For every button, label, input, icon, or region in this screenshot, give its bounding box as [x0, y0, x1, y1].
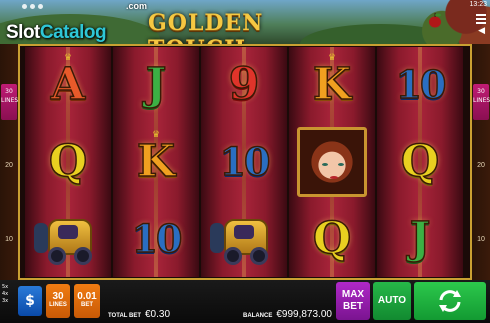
bet-selector[interactable]: 0.01 BET [74, 284, 100, 318]
logo-text-catalog: Catalog [39, 22, 107, 43]
symbol-glyph: A [50, 59, 86, 110]
symbol-glyph: K [136, 136, 176, 187]
lines-tag-unit: LINES [1, 97, 19, 104]
coin-option[interactable]: 4x [2, 291, 16, 298]
currency-button[interactable]: $ [18, 286, 42, 316]
total-bet-display: TOTAL BET €0.30 [108, 304, 170, 322]
lady-portrait-icon [297, 127, 367, 197]
symbol-k: K ♛ [289, 47, 375, 123]
clock: 13:23 [469, 1, 487, 8]
paylines-right: 30 LINES 20 10 [472, 44, 490, 280]
symbol-glyph: 9 [228, 59, 260, 110]
sound-icon[interactable]: ◀ [478, 26, 485, 36]
total-bet-label: TOTAL BET [108, 313, 141, 319]
reels-area: A ♛ Q J K ♛ 10 9 10 K ♛ Q 10 Q J [22, 47, 468, 277]
crown-icon: ♛ [151, 130, 161, 140]
spin-button[interactable] [414, 282, 486, 320]
lines-value: 30 [52, 291, 64, 302]
symbol-a: A ♛ [25, 47, 111, 123]
top-banner: SlotCatalog .com GOLDEN TOUCH 13:23 ◀ [0, 0, 490, 44]
max-bet-line2: BET [342, 301, 363, 312]
spin-arrows-icon [439, 290, 461, 312]
symbol-10: 10 [377, 47, 463, 123]
bet-label: BET [81, 302, 93, 308]
balance-label: BALANCE [243, 313, 273, 319]
game-title: GOLDEN TOUCH [148, 10, 264, 44]
balance-display: BALANCE €999,873.00 [243, 304, 332, 322]
reel-3: 9 10 [201, 47, 287, 277]
reel-1: A ♛ Q [25, 47, 111, 277]
symbol-glyph: 10 [131, 216, 183, 261]
payline-number: 10 [477, 236, 485, 243]
symbol-glyph: Q [400, 136, 440, 187]
symbol-9: 9 [201, 47, 287, 123]
total-bet-value: €0.30 [145, 309, 171, 320]
symbol-golden-coach [201, 201, 287, 277]
payline-number: 20 [477, 162, 485, 169]
symbol-glyph: J [145, 59, 167, 110]
symbol-golden-coach [25, 201, 111, 277]
lines-selector[interactable]: 30 LINES [46, 284, 70, 318]
paylines-left: 30 LINES 20 10 [0, 44, 18, 280]
symbol-q: Q [377, 124, 463, 200]
max-bet-line1: MAX [341, 289, 365, 300]
reel-4: K ♛ Q [289, 47, 375, 277]
golden-coach-icon [34, 213, 102, 265]
lines-tag-value: 30 [477, 88, 485, 95]
crown-icon: ♛ [327, 53, 337, 63]
menu-icon[interactable] [476, 14, 486, 26]
symbol-glyph: 10 [219, 139, 271, 184]
max-bet-button[interactable]: MAX BET [336, 282, 370, 320]
control-panel: 5x 4x 3x $ 30 LINES 0.01 BET TOTAL BET €0… [0, 280, 490, 323]
symbol-glyph: 10 [395, 62, 447, 107]
lines-label: LINES [49, 302, 67, 308]
payline-number: 20 [5, 162, 13, 169]
logo-dots [22, 4, 43, 9]
symbol-lady [289, 124, 375, 200]
symbol-k: K ♛ [113, 124, 199, 200]
symbol-10: 10 [113, 201, 199, 277]
symbol-glyph: K [312, 59, 352, 110]
logo-text-slot: Slot [6, 22, 40, 43]
logo-text-com: .com [126, 1, 148, 11]
symbol-q: Q [25, 124, 111, 200]
coin-multiplier-list[interactable]: 5x 4x 3x [2, 284, 16, 318]
symbol-j: J [113, 47, 199, 123]
symbol-glyph: Q [48, 136, 88, 187]
lines-tag-unit: LINES [473, 97, 490, 104]
reel-2: J K ♛ 10 [113, 47, 199, 277]
reel-5: 10 Q J [377, 47, 463, 277]
symbol-10: 10 [201, 124, 287, 200]
symbol-glyph: J [409, 213, 431, 264]
bet-value: 0.01 [77, 291, 97, 302]
crown-icon: ♛ [63, 53, 73, 63]
lines-tag-value: 30 [5, 88, 13, 95]
lines-tag-left: 30 LINES [1, 84, 19, 120]
symbol-q: Q [289, 201, 375, 277]
coin-option[interactable]: 3x [2, 298, 16, 305]
payline-number: 10 [5, 236, 13, 243]
symbol-glyph: Q [312, 213, 352, 264]
balance-value: €999,873.00 [276, 309, 332, 320]
auto-button[interactable]: AUTO [373, 282, 411, 320]
apple-icon [429, 13, 441, 28]
lines-tag-right: 30 LINES [473, 84, 490, 120]
coin-option[interactable]: 5x [2, 284, 16, 291]
slotcatalog-logo: Slot Catalog [6, 4, 107, 44]
symbol-j: J [377, 201, 463, 277]
golden-coach-icon [210, 213, 278, 265]
